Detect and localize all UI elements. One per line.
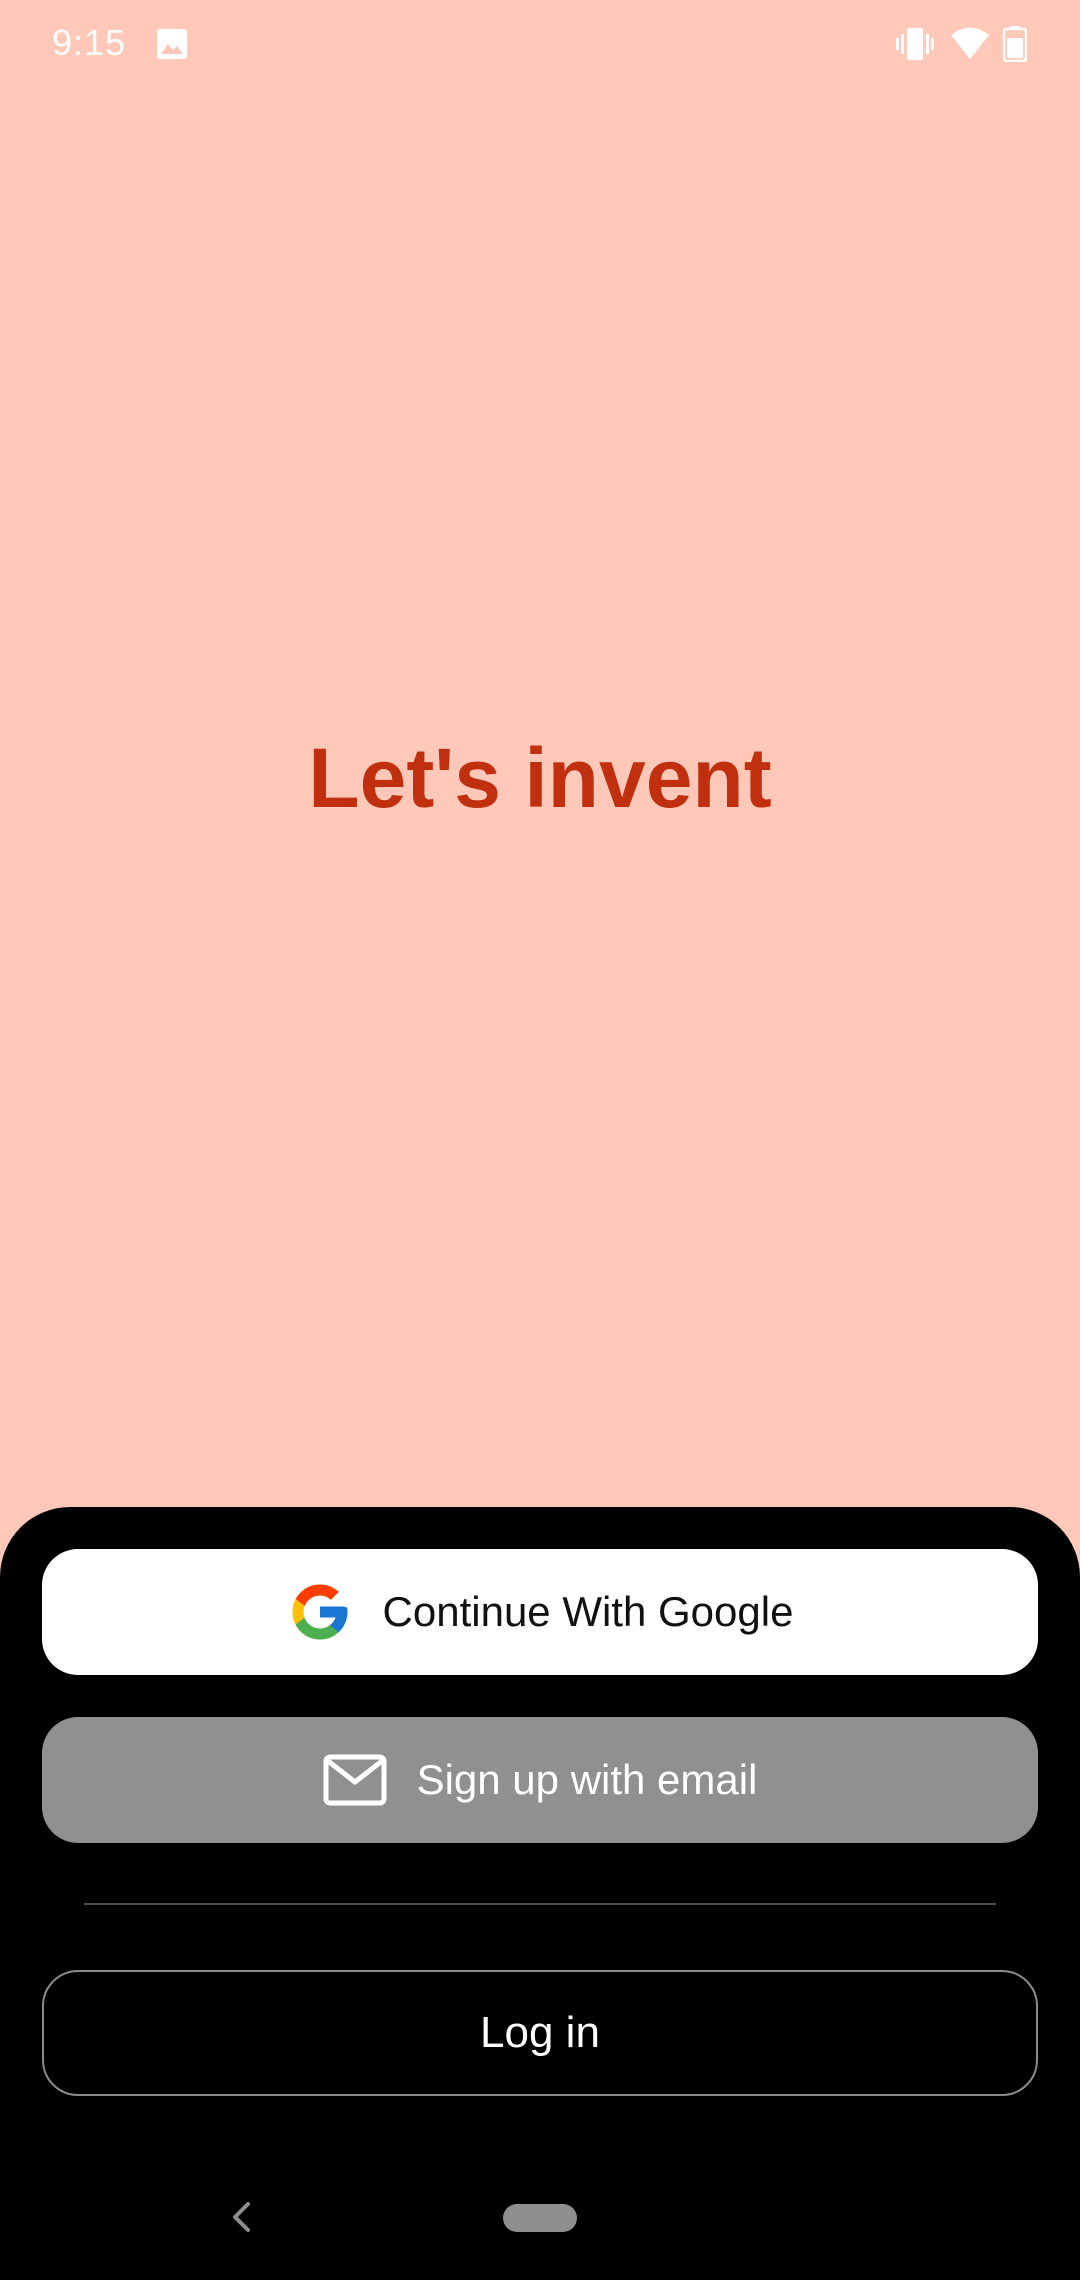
gallery-icon <box>156 28 188 65</box>
mail-icon <box>323 1754 387 1806</box>
continue-with-google-label: Continue With Google <box>382 1588 794 1635</box>
google-icon <box>287 1579 353 1645</box>
status-time: 9:15 <box>52 22 127 63</box>
auth-bottom-sheet: Continue With Google Sign up with email … <box>0 1507 1080 2280</box>
status-bar: 9:15 <box>0 0 1080 90</box>
divider <box>84 1903 996 1905</box>
home-pill-button[interactable] <box>503 2204 577 2232</box>
battery-icon <box>1002 26 1028 67</box>
log-in-button[interactable]: Log in <box>42 1970 1038 2096</box>
log-in-label: Log in <box>480 2008 600 2057</box>
vibrate-icon <box>896 26 934 67</box>
sign-up-with-email-button[interactable]: Sign up with email <box>42 1717 1038 1843</box>
headline: Let's invent <box>308 731 772 825</box>
back-icon[interactable] <box>228 2200 254 2239</box>
continue-with-google-button[interactable]: Continue With Google <box>42 1549 1038 1675</box>
wifi-icon <box>950 26 990 65</box>
sign-up-with-email-label: Sign up with email <box>416 1756 758 1803</box>
